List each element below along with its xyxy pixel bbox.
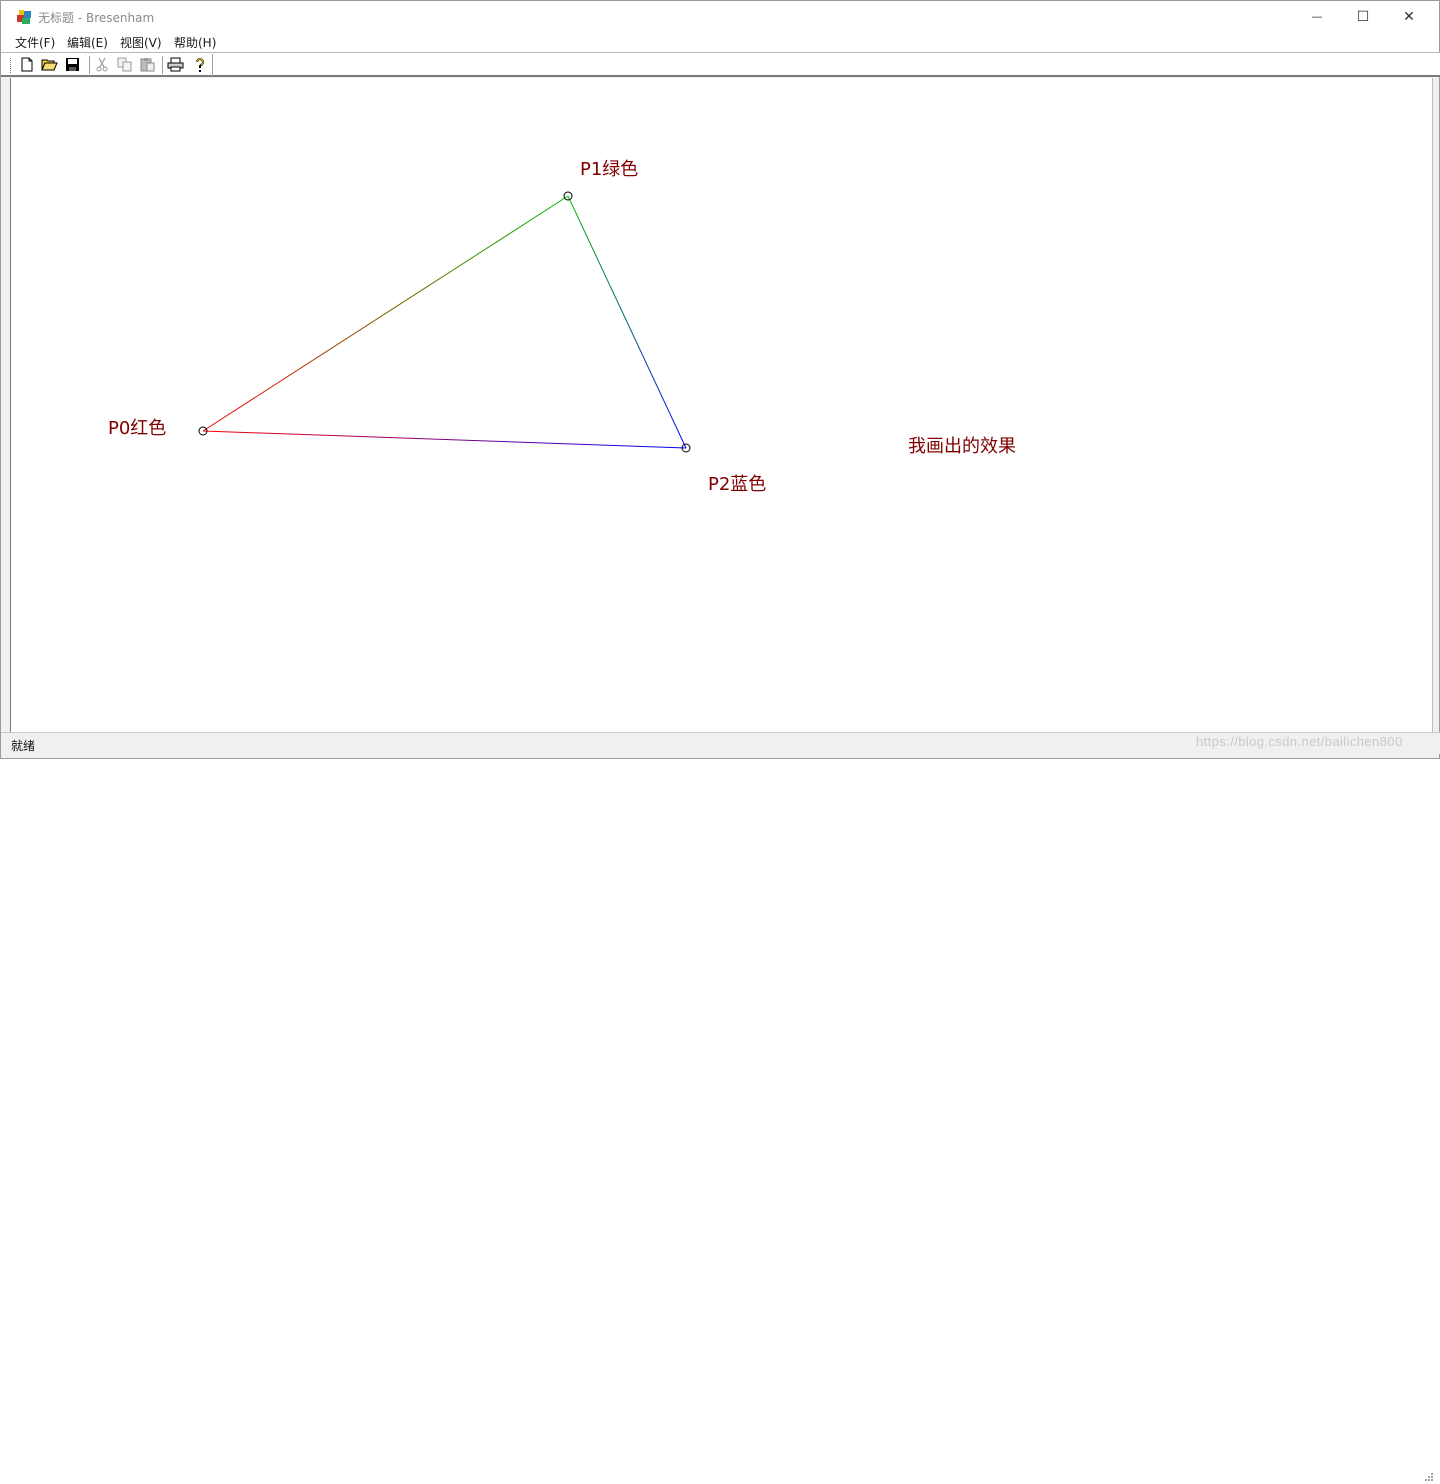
help-icon	[195, 57, 204, 72]
cut-icon	[96, 57, 107, 72]
status-text: 就绪	[11, 739, 36, 753]
save-button[interactable]	[64, 56, 81, 73]
title-bar[interactable]: 无标题 - Bresenham — ☐ ✕	[1, 1, 1439, 32]
caption-text: 我画出的效果	[908, 436, 1016, 457]
close-button[interactable]: ✕	[1386, 1, 1432, 32]
paste-icon	[140, 58, 154, 72]
menu-bar: 文件(F) 编辑(E) 视图(V) 帮助(H)	[1, 32, 1439, 52]
drawing-canvas[interactable]: P0红色 P1绿色 P2蓝色 我画出的效果	[10, 78, 1433, 732]
app-icon	[17, 10, 31, 24]
minimize-icon: —	[1311, 10, 1323, 23]
copy-icon	[117, 57, 131, 72]
app-window: 无标题 - Bresenham — ☐ ✕ 文件(F) 编辑(E) 视图(V) …	[0, 0, 1440, 1481]
edge-p1-p2	[567, 195, 687, 449]
open-icon	[41, 59, 58, 71]
edge-p2-p0	[202, 430, 687, 449]
help-button[interactable]	[191, 56, 208, 73]
toolbar-grip[interactable]	[10, 58, 12, 73]
label-p0: P0红色	[108, 418, 166, 439]
menu-help[interactable]: 帮助(H)	[174, 34, 216, 51]
paste-button[interactable]	[139, 56, 156, 73]
print-icon	[167, 57, 184, 72]
menu-view[interactable]: 视图(V)	[120, 34, 162, 51]
triangle-drawing: P0红色 P1绿色 P2蓝色 我画出的效果	[108, 159, 1016, 495]
copy-button[interactable]	[116, 56, 133, 73]
maximize-button[interactable]: ☐	[1340, 1, 1386, 32]
minimize-button[interactable]: —	[1294, 1, 1340, 32]
print-button[interactable]	[167, 56, 184, 73]
cut-button[interactable]	[93, 56, 110, 73]
menu-file[interactable]: 文件(F)	[15, 34, 55, 51]
close-icon: ✕	[1403, 8, 1415, 25]
maximize-icon: ☐	[1356, 8, 1370, 25]
new-icon	[21, 57, 32, 72]
menu-edit[interactable]: 编辑(E)	[67, 34, 108, 51]
window-title: 无标题 - Bresenham	[38, 11, 155, 25]
toolbar-end	[212, 54, 213, 76]
toolbar-separator	[162, 56, 163, 74]
resize-grip-icon[interactable]	[1422, 1472, 1434, 1484]
edge-p0-p1	[202, 195, 569, 432]
open-button[interactable]	[41, 56, 58, 73]
toolbar	[1, 52, 1440, 77]
watermark: https://blog.csdn.net/bailichen800	[1196, 734, 1403, 749]
new-button[interactable]	[18, 56, 35, 73]
label-p2: P2蓝色	[708, 474, 766, 495]
label-p1: P1绿色	[580, 159, 638, 180]
save-icon	[66, 58, 79, 71]
toolbar-separator	[89, 56, 90, 74]
